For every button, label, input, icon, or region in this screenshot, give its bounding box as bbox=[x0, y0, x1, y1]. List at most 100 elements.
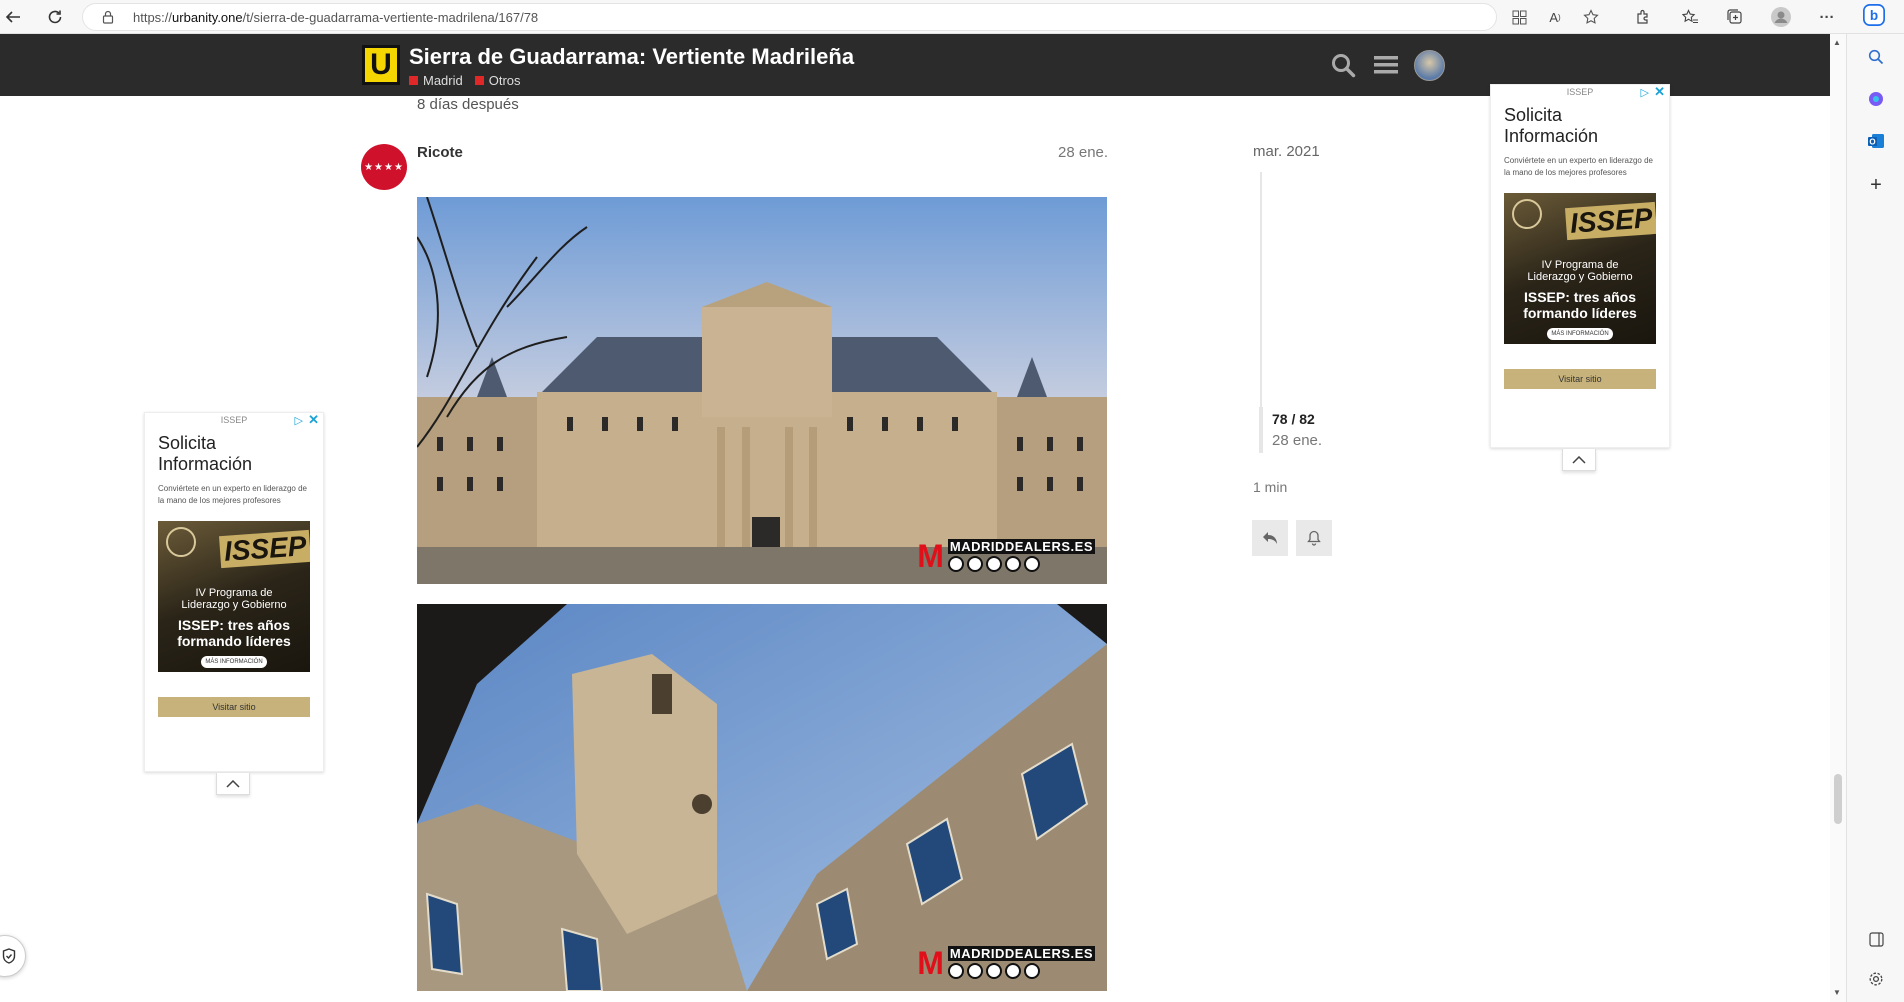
ad-image-more-button: MÁS INFORMACIÓN bbox=[1547, 328, 1613, 340]
category-madrid[interactable]: Madrid bbox=[409, 73, 463, 88]
ad-left[interactable]: ISSEP ▷ ✕ Solicita Información Conviértet… bbox=[144, 412, 324, 772]
ad-close-icon[interactable]: ✕ bbox=[1654, 85, 1665, 99]
watermark-social-icons bbox=[947, 556, 1095, 572]
ad-visit-button[interactable]: Visitar sitio bbox=[158, 697, 310, 717]
twitter-icon bbox=[1023, 963, 1040, 979]
ad-image-headline: ISSEP: tres años formando líderes bbox=[158, 617, 310, 649]
ad-image-headline-line: formando líderes bbox=[177, 633, 291, 649]
ad-image[interactable]: ISSEP IV Programa de Liderazgo y Gobierno… bbox=[158, 521, 310, 672]
ad-right-collapse-button[interactable] bbox=[1562, 449, 1596, 471]
post-image-monastery-facade[interactable]: M MADRIDDEALERS.ES bbox=[417, 197, 1107, 584]
search-icon[interactable] bbox=[1328, 50, 1358, 80]
post-image-monastery-tower[interactable]: M MADRIDDEALERS.ES bbox=[417, 604, 1107, 991]
lock-icon[interactable] bbox=[101, 10, 115, 24]
favorites-icon[interactable] bbox=[1679, 6, 1701, 28]
extensions-icon[interactable] bbox=[1632, 6, 1654, 28]
seal-icon bbox=[166, 527, 196, 557]
watermark-logo: M bbox=[917, 537, 944, 574]
settings-icon[interactable] bbox=[1865, 968, 1887, 990]
youtube-icon bbox=[966, 963, 983, 979]
ad-left-collapse-button[interactable] bbox=[216, 773, 250, 795]
url-text[interactable]: https://urbanity.one/t/sierra-de-guadarr… bbox=[133, 10, 538, 25]
ad-image-more-button: MÁS INFORMACIÓN bbox=[201, 656, 267, 668]
browser-toolbar: https://urbanity.one/t/sierra-de-guadarr… bbox=[0, 0, 1904, 34]
watermark-logo: M bbox=[917, 944, 944, 981]
watermark-text: MADRIDDEALERS.ES bbox=[947, 946, 1095, 961]
app-available-icon[interactable] bbox=[1508, 6, 1530, 28]
back-icon[interactable] bbox=[0, 4, 26, 30]
collections-icon[interactable] bbox=[1724, 6, 1746, 28]
refresh-icon[interactable] bbox=[42, 4, 68, 30]
add-icon[interactable]: + bbox=[1865, 174, 1887, 196]
ad-title-line: Solicita bbox=[158, 433, 217, 453]
ad-description: Conviértete en un experto en liderazgo d… bbox=[158, 484, 307, 505]
instagram-icon bbox=[1004, 963, 1021, 979]
scroll-up-arrow-icon[interactable]: ▲ bbox=[1833, 38, 1841, 47]
timeline-scroll-handle[interactable] bbox=[1259, 407, 1263, 453]
youtube-icon bbox=[966, 556, 983, 572]
post-author-avatar[interactable]: ★★★★ bbox=[361, 144, 407, 190]
notification-button[interactable] bbox=[1296, 520, 1332, 556]
image-watermark: M MADRIDDEALERS.ES bbox=[917, 539, 1095, 572]
chevron-up-icon bbox=[226, 779, 240, 788]
search-icon[interactable] bbox=[1865, 46, 1887, 68]
category-color-square bbox=[474, 76, 484, 85]
copilot-icon[interactable]: b bbox=[1863, 4, 1885, 26]
ad-right[interactable]: ISSEP ▷ ✕ Solicita Información Conviértet… bbox=[1490, 84, 1670, 448]
address-bar[interactable]: https://urbanity.one/t/sierra-de-guadarr… bbox=[82, 3, 1599, 31]
ad-visit-button[interactable]: Visitar sitio bbox=[1504, 369, 1656, 389]
ad-image-program: IV Programa de Liderazgo y Gobierno bbox=[1504, 259, 1656, 283]
timeline-current-date: 28 ene. bbox=[1272, 432, 1323, 449]
url-path: /t/sierra-de-guadarrama-vertiente-madril… bbox=[242, 10, 539, 25]
watermark-social-icons bbox=[947, 963, 1095, 979]
ad-title-line: Información bbox=[158, 454, 253, 474]
telegram-icon bbox=[947, 556, 964, 572]
instagram-icon bbox=[1004, 556, 1021, 572]
logo-letter: U bbox=[365, 48, 397, 82]
timeline-start-date[interactable]: mar. 2021 bbox=[1253, 143, 1320, 160]
ad-image[interactable]: ISSEP IV Programa de Liderazgo y Gobierno… bbox=[1504, 193, 1656, 344]
sidebar-toggle-icon[interactable] bbox=[1865, 928, 1887, 950]
user-avatar[interactable] bbox=[1414, 50, 1445, 81]
profile-icon[interactable] bbox=[1770, 6, 1792, 28]
site-logo[interactable]: U bbox=[362, 45, 400, 85]
ad-image-brand: ISSEP bbox=[1564, 201, 1656, 241]
read-aloud-icon[interactable]: A) bbox=[1544, 6, 1566, 28]
outlook-icon[interactable]: O bbox=[1865, 130, 1887, 152]
more-options-icon[interactable]: ··· bbox=[1816, 6, 1838, 28]
scroll-down-arrow-icon[interactable]: ▼ bbox=[1833, 988, 1841, 997]
ad-image-program-line: Liderazgo y Gobierno bbox=[1527, 271, 1633, 283]
ad-title[interactable]: Solicita Información bbox=[145, 429, 323, 475]
ad-image-headline-line: ISSEP: tres años bbox=[177, 617, 291, 633]
page-scrollbar[interactable]: ▲ ▼ bbox=[1830, 34, 1846, 1002]
category-otros[interactable]: Otros bbox=[474, 73, 521, 88]
adchoices-icon[interactable]: ▷ bbox=[1641, 86, 1649, 100]
watermark-text: MADRIDDEALERS.ES bbox=[947, 539, 1095, 554]
topic-title[interactable]: Sierra de Guadarrama: Vertiente Madrileñ… bbox=[409, 44, 854, 70]
ad-image-program: IV Programa de Liderazgo y Gobierno bbox=[158, 587, 310, 611]
shopping-icon[interactable] bbox=[1865, 88, 1887, 110]
adchoices-icon[interactable]: ▷ bbox=[295, 414, 303, 428]
reply-button[interactable] bbox=[1252, 520, 1288, 556]
ad-title[interactable]: Solicita Información bbox=[1491, 101, 1669, 147]
privacy-shield-button[interactable] bbox=[0, 935, 26, 977]
browser-sidebar: b O + bbox=[1846, 4, 1904, 1002]
ad-advertiser: ISSEP bbox=[220, 415, 248, 425]
ad-title-line: Información bbox=[1504, 126, 1599, 146]
bell-icon bbox=[1307, 530, 1321, 546]
ad-close-icon[interactable]: ✕ bbox=[308, 413, 319, 427]
ad-header: ISSEP ▷ ✕ bbox=[145, 413, 323, 429]
url-prefix: https:// bbox=[133, 10, 173, 25]
ad-advertiser: ISSEP bbox=[1566, 87, 1594, 97]
post-username[interactable]: Ricote bbox=[417, 144, 463, 161]
svg-text:b: b bbox=[1870, 8, 1878, 23]
hamburger-menu-icon[interactable] bbox=[1371, 50, 1401, 80]
ad-image-headline-line: formando líderes bbox=[1523, 305, 1637, 321]
ad-title-line: Solicita bbox=[1504, 105, 1563, 125]
timeline-end-label[interactable]: 1 min bbox=[1253, 479, 1287, 495]
shield-icon bbox=[2, 948, 16, 964]
scrollbar-thumb[interactable] bbox=[1834, 774, 1842, 824]
add-favorite-icon[interactable] bbox=[1580, 6, 1602, 28]
post-date[interactable]: 28 ene. bbox=[1058, 144, 1108, 161]
chevron-up-icon bbox=[1572, 455, 1586, 464]
